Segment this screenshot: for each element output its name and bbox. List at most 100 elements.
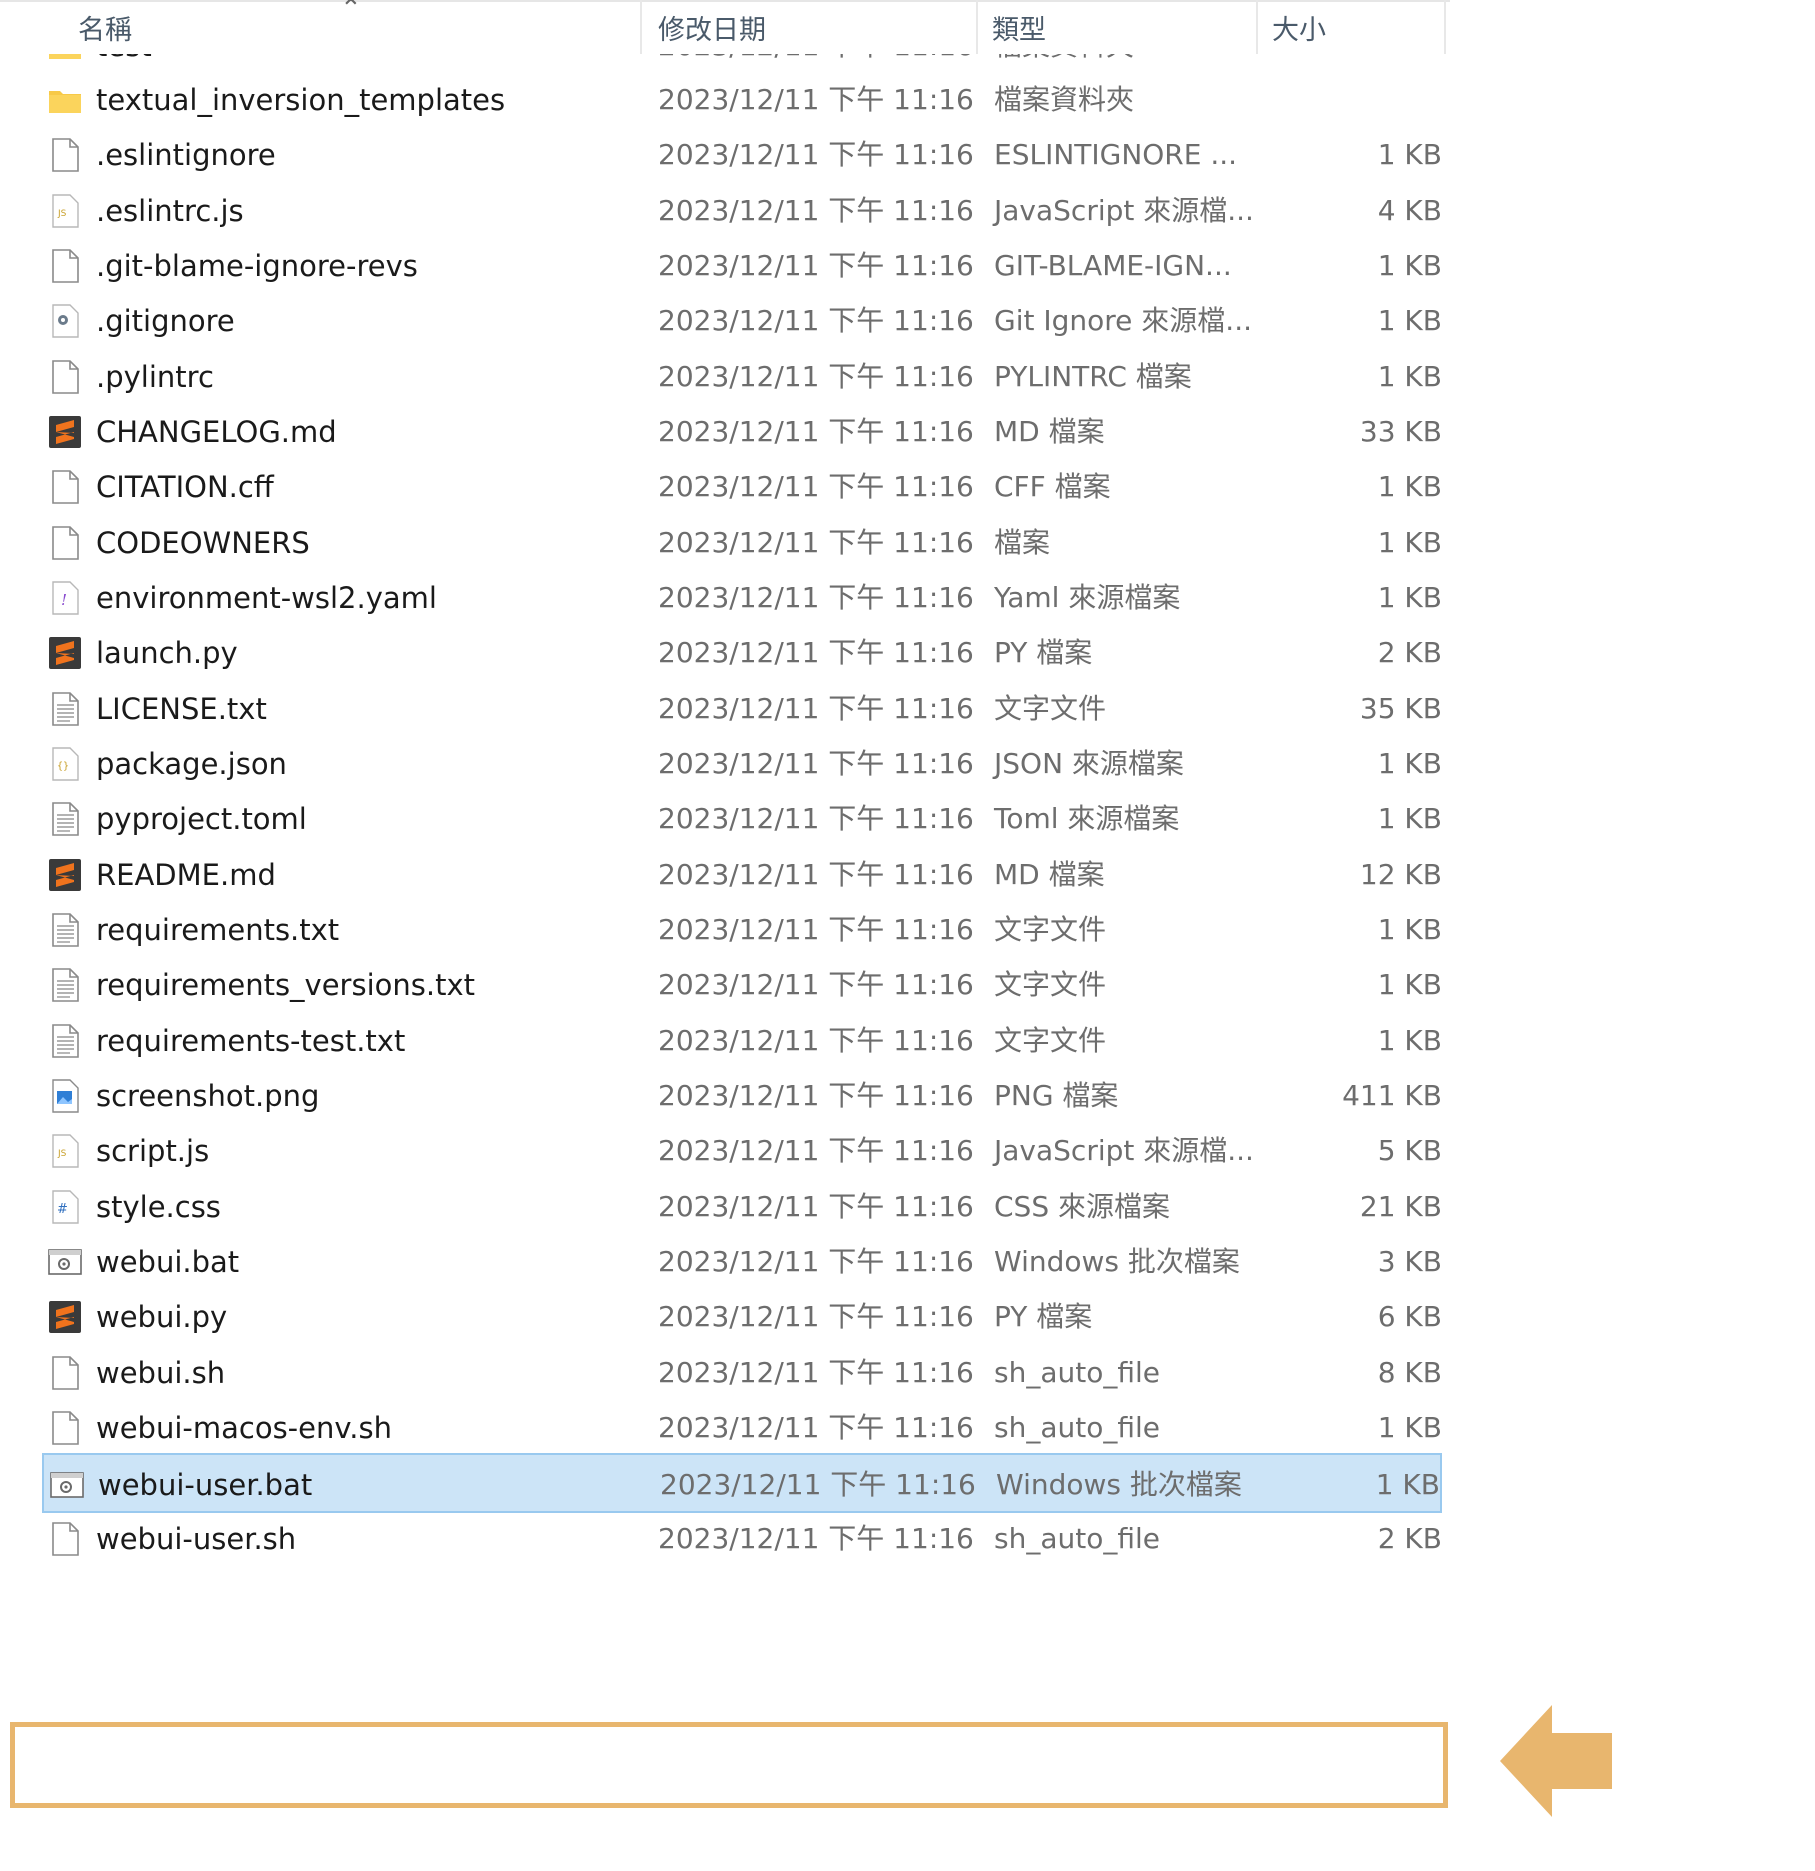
file-name: README.md: [96, 857, 276, 892]
file-size: 33 KB: [1359, 414, 1442, 448]
file-name: requirements.txt: [96, 912, 340, 947]
folder-icon: [48, 83, 82, 117]
file-row[interactable]: .git-blame-ignore-revs 2023/12/11 下午 11:1…: [42, 236, 1442, 296]
column-header-type[interactable]: 類型: [992, 0, 1252, 54]
blank-file-icon: [48, 525, 82, 560]
file-modified-date: 2023/12/11 下午 11:16: [660, 1468, 976, 1502]
text-file-icon: [48, 913, 82, 947]
file-type: 文字文件: [994, 912, 1107, 946]
text-file-icon: [48, 802, 82, 837]
sort-ascending-icon: ⌃: [340, 0, 362, 24]
file-name: .gitignore: [96, 304, 235, 339]
file-row[interactable]: .pylintrc 2023/12/11 下午 11:16 PYLINTRC 檔案 1…: [42, 347, 1442, 407]
file-type: Toml 來源檔案: [994, 802, 1180, 836]
file-type: Yaml 來源檔案: [994, 580, 1181, 614]
file-size: 1 KB: [1375, 1468, 1440, 1502]
file-modified-date: 2023/12/11 下午 11:16: [658, 912, 974, 946]
file-row[interactable]: JS script.js 2023/12/11 下午 11:16 JavaScript…: [42, 1121, 1442, 1181]
file-list: test2023/12/11 下午 11:16檔案資料夾textual_inve…: [0, 0, 1450, 1871]
file-name: .eslintignore: [96, 138, 276, 173]
file-type: PNG 檔案: [994, 1078, 1119, 1112]
file-row[interactable]: webui-macos-env.sh 2023/12/11 下午 11:16 sh_…: [42, 1398, 1442, 1458]
file-size: 411 KB: [1342, 1078, 1442, 1112]
file-modified-date: 2023/12/11 下午 11:16: [658, 802, 974, 836]
file-size: 6 KB: [1377, 1300, 1442, 1334]
file-type: Windows 批次檔案: [994, 1244, 1240, 1278]
file-row[interactable]: ! environment-wsl2.yaml 2023/12/11 下午 11:1…: [42, 568, 1442, 628]
file-type: 檔案: [994, 525, 1051, 559]
file-row-selected[interactable]: webui-user.bat 2023/12/11 下午 11:16 Windows…: [42, 1453, 1442, 1514]
js-file-icon: JS: [48, 193, 82, 228]
file-modified-date: 2023/12/11 下午 11:16: [658, 1300, 974, 1334]
file-type: Git Ignore 來源檔...: [994, 304, 1252, 338]
file-type: JavaScript 來源檔...: [994, 1134, 1254, 1168]
file-modified-date: 2023/12/11 下午 11:16: [658, 1244, 974, 1278]
file-type: JSON 來源檔案: [994, 746, 1184, 780]
file-row[interactable]: JS .eslintrc.js 2023/12/11 下午 11:16 JavaScr…: [42, 181, 1442, 241]
column-header-size[interactable]: 大小: [1272, 0, 1442, 54]
file-size: 1 KB: [1377, 912, 1442, 946]
file-row[interactable]: webui.bat 2023/12/11 下午 11:16 Windows 批次檔案…: [42, 1232, 1442, 1292]
svg-text:!: !: [61, 591, 67, 609]
config-file-icon: [48, 304, 82, 339]
file-row[interactable]: .eslintignore 2023/12/11 下午 11:16 ESLINTIG…: [42, 125, 1442, 185]
file-type: 文字文件: [994, 1023, 1107, 1057]
file-type: 檔案資料夾: [994, 83, 1135, 116]
file-name: requirements-test.txt: [96, 1023, 406, 1058]
file-row[interactable]: CHANGELOG.md 2023/12/11 下午 11:16 MD 檔案 33 K…: [42, 402, 1442, 462]
file-row[interactable]: requirements-test.txt 2023/12/11 下午 11:16…: [42, 1011, 1442, 1071]
file-row[interactable]: README.md 2023/12/11 下午 11:16 MD 檔案 12 KB: [42, 845, 1442, 905]
file-row[interactable]: # style.css 2023/12/11 下午 11:16 CSS 來源檔案 21 …: [42, 1177, 1442, 1237]
file-row[interactable]: screenshot.png 2023/12/11 下午 11:16 PNG 檔案 4…: [42, 1066, 1442, 1126]
file-modified-date: 2023/12/11 下午 11:16: [658, 968, 974, 1002]
file-type: CFF 檔案: [994, 470, 1111, 504]
file-row[interactable]: requirements_versions.txt 2023/12/11 下午 1…: [42, 955, 1442, 1015]
file-name: launch.py: [96, 636, 238, 671]
file-type: GIT-BLAME-IGN...: [994, 248, 1232, 282]
column-divider[interactable]: [1256, 0, 1258, 54]
column-header-modified[interactable]: 修改日期: [658, 0, 978, 54]
batch-file-icon: [50, 1468, 84, 1502]
column-divider[interactable]: [640, 0, 642, 54]
file-row[interactable]: launch.py 2023/12/11 下午 11:16 PY 檔案 2 KB: [42, 623, 1442, 683]
file-size: 5 KB: [1377, 1134, 1442, 1168]
file-size: 1 KB: [1377, 1023, 1442, 1057]
file-row[interactable]: pyproject.toml 2023/12/11 下午 11:16 Toml 來源…: [42, 789, 1442, 849]
svg-text:JS: JS: [57, 1149, 67, 1159]
file-row[interactable]: CODEOWNERS 2023/12/11 下午 11:16 檔案 1 KB: [42, 513, 1442, 573]
file-name: webui.py: [96, 1300, 228, 1335]
file-size: 1 KB: [1377, 304, 1442, 338]
blank-file-icon: [48, 1411, 82, 1445]
file-row[interactable]: textual_inversion_templates 2023/12/11 下午…: [42, 70, 1442, 130]
blank-file-icon: [48, 1355, 82, 1390]
file-type: 文字文件: [994, 968, 1107, 1002]
file-row[interactable]: webui.py 2023/12/11 下午 11:16 PY 檔案 6 KB: [42, 1287, 1442, 1347]
file-modified-date: 2023/12/11 下午 11:16: [658, 857, 974, 891]
file-row[interactable]: {} package.json 2023/12/11 下午 11:16 JSON 來源…: [42, 734, 1442, 794]
file-name: screenshot.png: [96, 1078, 320, 1113]
blank-file-icon: [48, 249, 82, 283]
column-divider[interactable]: [976, 0, 978, 54]
file-row[interactable]: CITATION.cff 2023/12/11 下午 11:16 CFF 檔案 1 K…: [42, 457, 1442, 517]
file-modified-date: 2023/12/11 下午 11:16: [658, 193, 974, 227]
file-type: CSS 來源檔案: [994, 1189, 1170, 1223]
file-row[interactable]: requirements.txt 2023/12/11 下午 11:16 文字文件 1…: [42, 900, 1442, 960]
json-file-icon: {}: [48, 747, 82, 781]
sublime-file-icon: [48, 636, 82, 670]
file-row[interactable]: LICENSE.txt 2023/12/11 下午 11:16 文字文件 35 KB: [42, 679, 1442, 739]
column-header-size-label: 大小: [1272, 14, 1326, 46]
file-name: script.js: [96, 1134, 210, 1169]
file-name: pyproject.toml: [96, 802, 307, 837]
file-size: 1 KB: [1377, 580, 1442, 614]
file-size: 8 KB: [1377, 1355, 1442, 1389]
file-type: PYLINTRC 檔案: [994, 359, 1192, 393]
file-modified-date: 2023/12/11 下午 11:16: [658, 691, 974, 725]
file-size: 1 KB: [1377, 470, 1442, 504]
text-file-icon: [48, 1023, 82, 1058]
file-row[interactable]: webui-user.sh 2023/12/11 下午 11:16 sh_auto_…: [42, 1509, 1442, 1569]
column-divider[interactable]: [1444, 0, 1446, 54]
file-name: package.json: [96, 746, 287, 781]
file-row[interactable]: webui.sh 2023/12/11 下午 11:16 sh_auto_file 8…: [42, 1343, 1442, 1403]
file-modified-date: 2023/12/11 下午 11:16: [658, 1410, 974, 1444]
file-row[interactable]: .gitignore 2023/12/11 下午 11:16 Git Ignore …: [42, 291, 1442, 351]
